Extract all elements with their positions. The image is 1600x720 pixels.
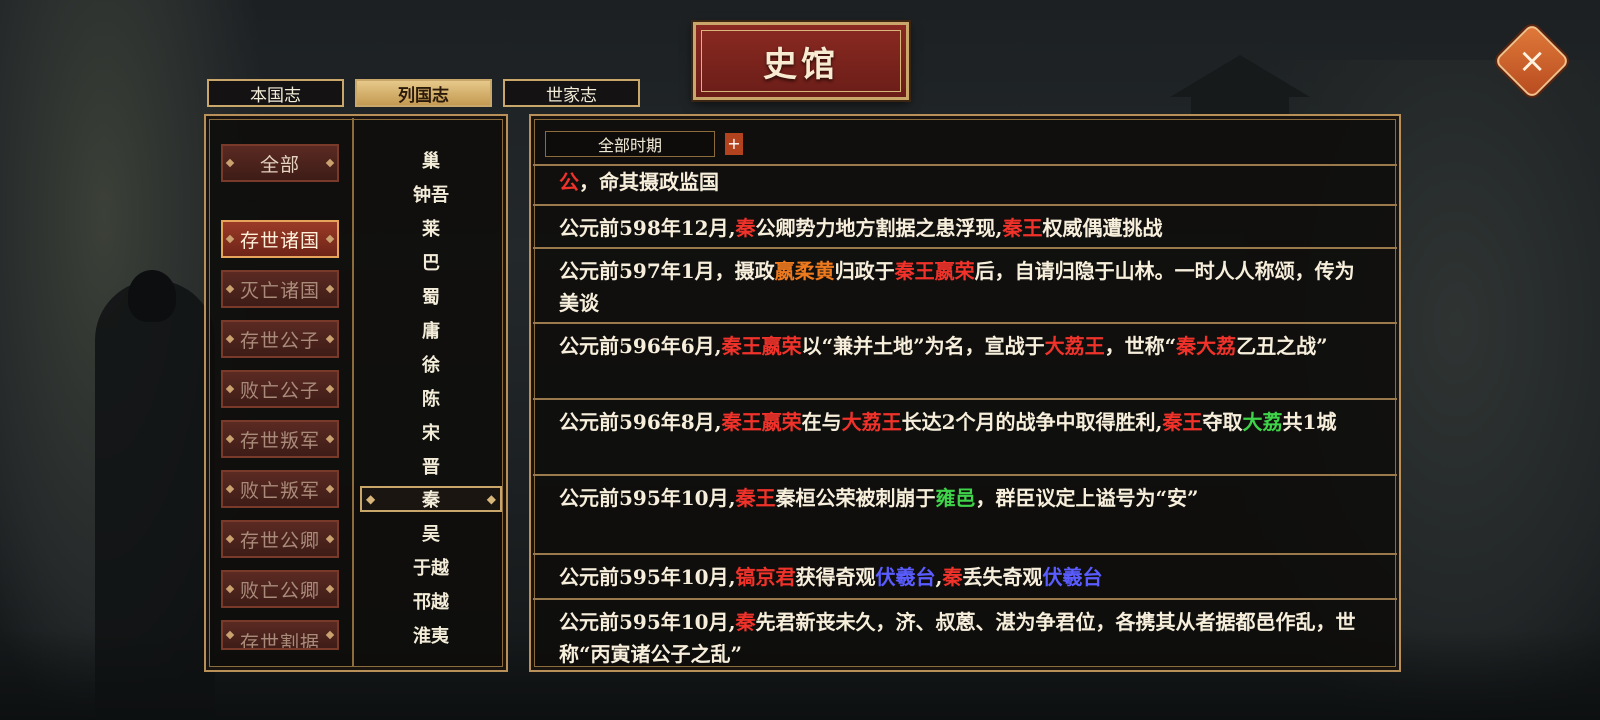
record-highlight: 镐京君 bbox=[735, 565, 796, 589]
category-fallen-ministers-button[interactable]: 败亡公卿 bbox=[221, 570, 339, 608]
record-highlight: 大荔王 bbox=[1044, 334, 1105, 358]
category-surviving-rebels-button[interactable]: 存世叛军 bbox=[221, 420, 339, 458]
record-text: 公元前595年10月, bbox=[559, 565, 736, 589]
record-text: 公元前596年8月, bbox=[559, 410, 722, 434]
record-text: 长达2个月的战争中取得胜利, bbox=[901, 410, 1163, 434]
record-row: 公元前598年12月,秦公卿势力地方割据之患浮现,秦王权威偶遭挑战 bbox=[533, 204, 1397, 242]
record-row: 公元前597年1月，摄政嬴柔黄归政于秦王嬴荣后，自请归隐于山林。一时人人称颂，传… bbox=[533, 247, 1397, 317]
state-item[interactable]: 徐 bbox=[360, 351, 502, 377]
record-text: 公元前596年6月, bbox=[559, 334, 722, 358]
record-highlight: 秦王 bbox=[735, 486, 776, 510]
category-surviving-states-button[interactable]: 存世诸国 bbox=[221, 220, 339, 258]
state-item[interactable]: 于越 bbox=[360, 554, 502, 580]
tab-lieguozhi[interactable]: 列国志 bbox=[355, 79, 492, 107]
record-text: 丢失奇观 bbox=[962, 565, 1043, 589]
category-all-button[interactable]: 全部 bbox=[221, 144, 339, 182]
state-item[interactable]: 钟吾 bbox=[360, 181, 502, 207]
record-highlight: 伏羲台 bbox=[875, 565, 936, 589]
state-item[interactable]: 陈 bbox=[360, 385, 502, 411]
record-text: 公元前597年1月，摄政 bbox=[559, 259, 775, 283]
record-highlight: 雍邑 bbox=[935, 486, 976, 510]
record-highlight: 秦王 bbox=[1162, 410, 1203, 434]
record-row: 公元前595年10月,秦先君新丧未久，济、叔蒽、湛为争君位，各携其从者据都邑作乱… bbox=[533, 598, 1397, 670]
record-highlight: 秦王嬴荣 bbox=[721, 334, 802, 358]
state-item[interactable]: 邗越 bbox=[360, 588, 502, 614]
background-figure-head bbox=[128, 270, 176, 322]
record-text: 权威偶遭挑战 bbox=[1042, 216, 1163, 240]
record-row: 公元前595年10月,秦王秦桓公荣被刺崩于雍邑，群臣议定上谥号为“安” bbox=[533, 474, 1397, 544]
record-text: 秦桓公荣被刺崩于 bbox=[775, 486, 936, 510]
record-text: 以“兼并土地”为名，宣战于 bbox=[801, 334, 1045, 358]
state-item[interactable]: 吴 bbox=[360, 520, 502, 546]
state-item[interactable]: 莱 bbox=[360, 215, 502, 241]
record-text: 公卿势力地方割据之患浮现, bbox=[755, 216, 1003, 240]
record-text: 公元前595年10月, bbox=[559, 486, 736, 510]
record-text: ，命其摄政监国 bbox=[579, 170, 719, 194]
state-item[interactable]: 巴 bbox=[360, 249, 502, 275]
record-highlight: 秦 bbox=[735, 216, 756, 240]
category-fallen-states-button[interactable]: 灭亡诸国 bbox=[221, 270, 339, 308]
record-text: , bbox=[935, 565, 943, 589]
record-text: 在与 bbox=[801, 410, 842, 434]
record-row: 公元前596年6月,秦王嬴荣以“兼并土地”为名，宣战于大荔王，世称“秦大荔乙丑之… bbox=[533, 322, 1397, 392]
state-item[interactable]: 晋 bbox=[360, 453, 502, 479]
record-highlight: 秦 bbox=[735, 610, 756, 634]
close-icon: × bbox=[1517, 41, 1547, 81]
record-highlight: 大荔王 bbox=[841, 410, 902, 434]
record-text: 公元前595年10月, bbox=[559, 610, 736, 634]
record-text: 公元前598年12月, bbox=[559, 216, 736, 240]
record-text: 获得奇观 bbox=[795, 565, 876, 589]
record-text: 归政于 bbox=[834, 259, 895, 283]
record-highlight: 秦大荔 bbox=[1176, 334, 1237, 358]
category-fallen-princes-button[interactable]: 败亡公子 bbox=[221, 370, 339, 408]
record-text: 共1城 bbox=[1282, 410, 1337, 434]
period-add-button[interactable]: + bbox=[725, 133, 743, 155]
category-surviving-ministers-button[interactable]: 存世公卿 bbox=[221, 520, 339, 558]
state-item[interactable]: 庸 bbox=[360, 317, 502, 343]
record-row: 公元前595年10月,镐京君获得奇观伏羲台,秦丢失奇观伏羲台 bbox=[533, 553, 1397, 593]
state-item[interactable]: 巢 bbox=[360, 147, 502, 173]
panel-divider bbox=[352, 118, 354, 666]
record-highlight: 秦王嬴荣 bbox=[721, 410, 802, 434]
tab-shijiazhi[interactable]: 世家志 bbox=[503, 79, 640, 107]
record-text: 夺取 bbox=[1202, 410, 1243, 434]
record-text: ，世称“ bbox=[1104, 334, 1177, 358]
record-highlight: 秦王嬴荣 bbox=[894, 259, 975, 283]
state-item[interactable]: 宋 bbox=[360, 419, 502, 445]
state-item[interactable]: 淮夷 bbox=[360, 622, 502, 648]
state-item-selected[interactable]: 秦 bbox=[360, 486, 502, 512]
record-highlight: 秦 bbox=[942, 565, 963, 589]
record-highlight: 伏羲台 bbox=[1042, 565, 1103, 589]
page-title: 史馆 bbox=[763, 44, 839, 85]
record-row: 公，命其摄政监国 bbox=[533, 164, 1397, 200]
category-surviving-warlords-button[interactable]: 存世割据 bbox=[221, 620, 339, 650]
record-text: 乙丑之战” bbox=[1236, 334, 1328, 358]
record-highlight: 大荔 bbox=[1242, 410, 1283, 434]
category-surviving-princes-button[interactable]: 存世公子 bbox=[221, 320, 339, 358]
record-highlight: 公 bbox=[559, 170, 579, 194]
record-row: 公元前596年8月,秦王嬴荣在与大荔王长达2个月的战争中取得胜利,秦王夺取大荔共… bbox=[533, 398, 1397, 468]
tab-benguozhi[interactable]: 本国志 bbox=[207, 79, 344, 107]
record-highlight: 嬴柔黄 bbox=[774, 259, 835, 283]
record-highlight: 秦王 bbox=[1002, 216, 1043, 240]
state-item[interactable]: 蜀 bbox=[360, 283, 502, 309]
record-text: ，群臣议定上谥号为“安” bbox=[975, 486, 1199, 510]
title-plaque: 史馆 bbox=[693, 22, 909, 100]
period-filter-dropdown[interactable]: 全部时期 bbox=[545, 131, 715, 157]
category-fallen-rebels-button[interactable]: 败亡叛军 bbox=[221, 470, 339, 508]
